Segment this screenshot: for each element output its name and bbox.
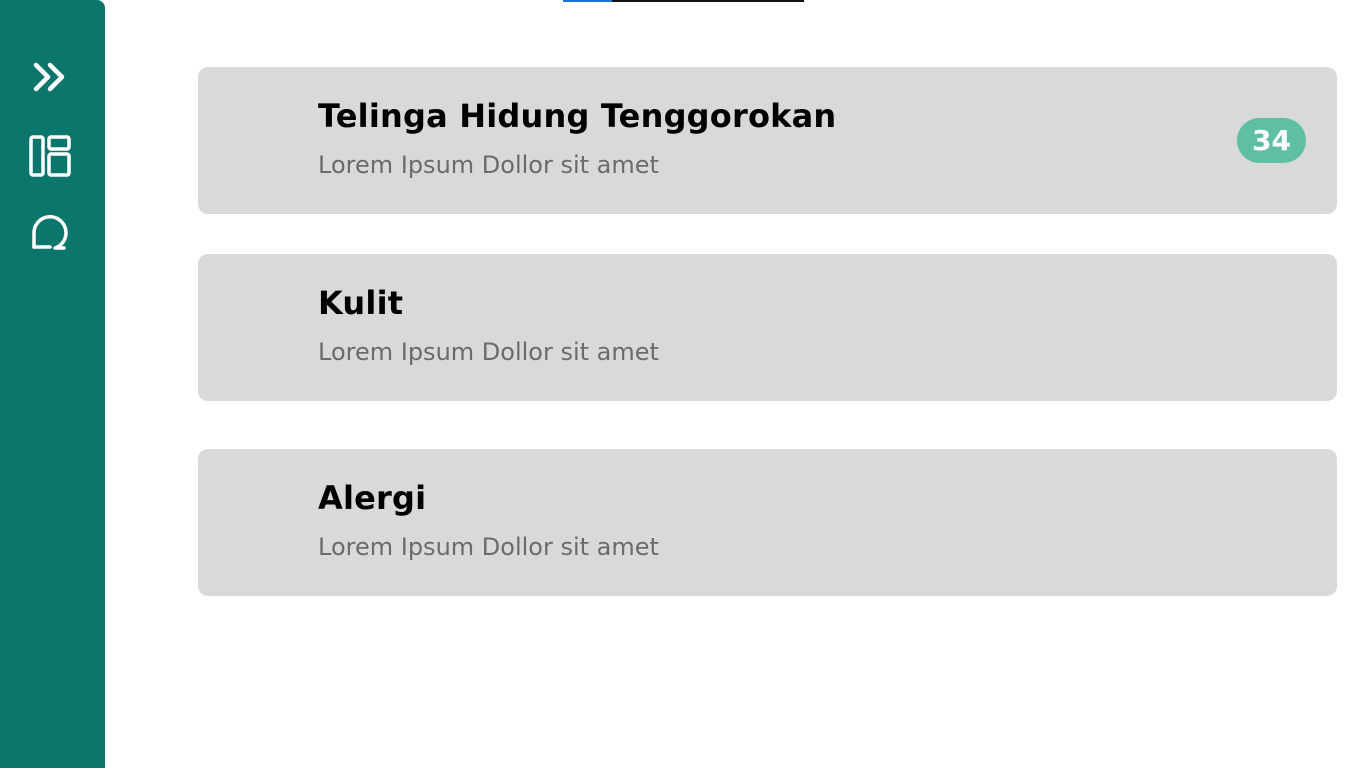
sidebar-item-consultation[interactable] <box>22 206 78 256</box>
category-title: Telinga Hidung Tenggorokan <box>318 97 837 135</box>
tab-indicator <box>563 0 804 2</box>
chat-bubble-icon <box>32 215 68 250</box>
category-subtitle: Lorem Ipsum Dollor sit amet <box>318 151 659 179</box>
category-card[interactable]: Telinga Hidung Tenggorokan Lorem Ipsum D… <box>198 67 1337 214</box>
tab-indicator-active <box>563 0 612 2</box>
category-card[interactable]: Alergi Lorem Ipsum Dollor sit amet <box>198 449 1337 596</box>
category-card[interactable]: Kulit Lorem Ipsum Dollor sit amet <box>198 254 1337 401</box>
category-subtitle: Lorem Ipsum Dollor sit amet <box>318 338 659 366</box>
dashboard-layout-icon <box>29 135 71 177</box>
category-title: Kulit <box>318 284 404 322</box>
category-title: Alergi <box>318 479 427 517</box>
category-subtitle: Lorem Ipsum Dollor sit amet <box>318 533 659 561</box>
sidebar <box>0 0 105 768</box>
sidebar-item-dashboard[interactable] <box>22 131 78 181</box>
sidebar-expand-button[interactable] <box>22 52 78 102</box>
count-badge: 34 <box>1237 118 1306 163</box>
chevrons-right-icon <box>33 62 65 92</box>
